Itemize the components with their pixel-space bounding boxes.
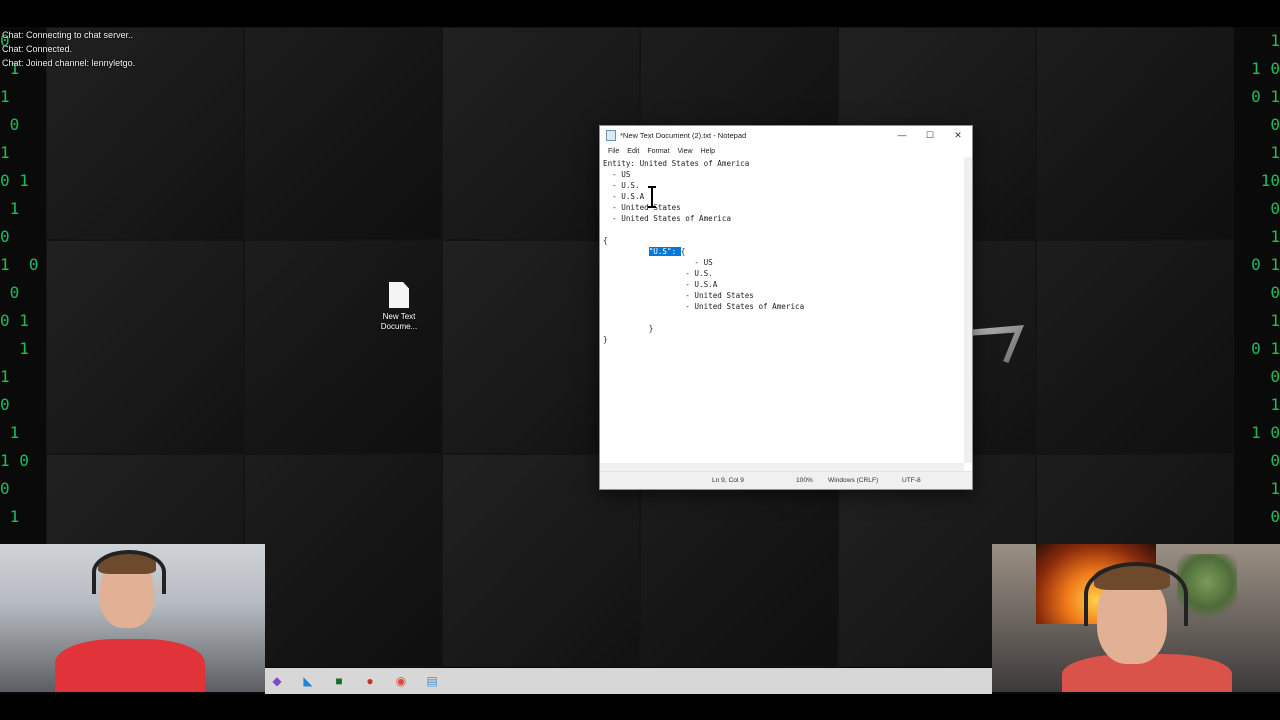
- menu-format[interactable]: Format: [643, 148, 673, 155]
- minimize-button[interactable]: —: [888, 130, 916, 140]
- notepad-icon[interactable]: ▤: [422, 671, 442, 691]
- menu-edit[interactable]: Edit: [623, 148, 643, 155]
- ibeam-cursor-icon: [648, 186, 656, 208]
- notepad-titlebar[interactable]: *New Text Document (2).txt - Notepad — ☐…: [600, 126, 972, 144]
- notepad-icon: [606, 129, 616, 141]
- desktop-icon-text-document[interactable]: New Text Docume...: [378, 282, 420, 332]
- menu-view[interactable]: View: [674, 148, 697, 155]
- line-endings: Windows (CRLF): [828, 477, 879, 484]
- chat-line: Chat: Joined channel: lennyletgo.: [2, 58, 136, 68]
- matrix-rain-right: 1 1 0 0 1 0 1 10 0 1 0 1 0 1 0 1 0 1 1 0…: [1251, 31, 1280, 526]
- editor-line: - United States: [603, 291, 754, 300]
- vertical-scrollbar[interactable]: [964, 157, 972, 463]
- text-file-icon: [389, 282, 409, 308]
- visual-studio-icon[interactable]: ◆: [267, 671, 287, 691]
- editor-line: - U.S.A: [603, 192, 645, 201]
- zoom-level: 100%: [796, 477, 813, 484]
- encoding: UTF-8: [902, 477, 921, 484]
- obs-icon[interactable]: ●: [360, 671, 380, 691]
- close-button[interactable]: ✕: [944, 130, 972, 141]
- editor-line: - U.S.: [603, 269, 713, 278]
- taskbar: ◆ ◣ ■ ● ◉ ▤: [265, 668, 992, 694]
- notepad-window[interactable]: *New Text Document (2).txt - Notepad — ☐…: [599, 125, 973, 490]
- horizontal-scrollbar[interactable]: [600, 463, 964, 471]
- editor-line: - United States of America: [603, 302, 805, 311]
- status-bar: Ln 9, Col 9 100% Windows (CRLF) UTF-8: [600, 471, 972, 489]
- editor-line: }: [603, 324, 654, 333]
- editor-line: - United States of America: [603, 214, 732, 223]
- editor-line: - US: [603, 258, 713, 267]
- chat-log: Chat: Connecting to chat server.. Chat: …: [2, 28, 135, 70]
- matrix-rain-left: 0 1 1 0 1 0 1 1 0 1 0 0 0 1 1 1 0 1 1 0 …: [0, 31, 39, 526]
- editor-line: Entity: United States of America: [603, 159, 750, 168]
- vscode-icon[interactable]: ◣: [298, 671, 318, 691]
- text-selection: "U.S":: [648, 247, 681, 256]
- maximize-button[interactable]: ☐: [916, 130, 944, 141]
- desktop-icon-label: New Text Docume...: [380, 312, 418, 331]
- editor-line: {: [603, 236, 608, 245]
- menu-file[interactable]: File: [604, 148, 623, 155]
- chat-line: Chat: Connected.: [2, 44, 73, 54]
- window-title: *New Text Document (2).txt - Notepad: [620, 130, 747, 140]
- letterbox-bottom: [0, 694, 1280, 720]
- chrome-icon[interactable]: ◉: [391, 671, 411, 691]
- letterbox-top: [0, 0, 1280, 27]
- editor-line: - U.S.: [603, 181, 640, 190]
- editor-line: - US: [603, 170, 631, 179]
- editor-line: - U.S.A: [603, 280, 718, 289]
- menu-help[interactable]: Help: [697, 148, 719, 155]
- chat-line: Chat: Connecting to chat server..: [2, 30, 134, 40]
- editor-line: }: [603, 335, 608, 344]
- editor-line: - United States: [603, 203, 681, 212]
- webcam-left: [0, 544, 265, 692]
- terminal-icon[interactable]: ■: [329, 671, 349, 691]
- editor-line-selected: "U.S": {: [648, 247, 686, 256]
- menu-bar: File Edit Format View Help: [600, 145, 972, 157]
- cursor-position: Ln 9, Col 9: [712, 477, 744, 484]
- webcam-right: [992, 544, 1280, 692]
